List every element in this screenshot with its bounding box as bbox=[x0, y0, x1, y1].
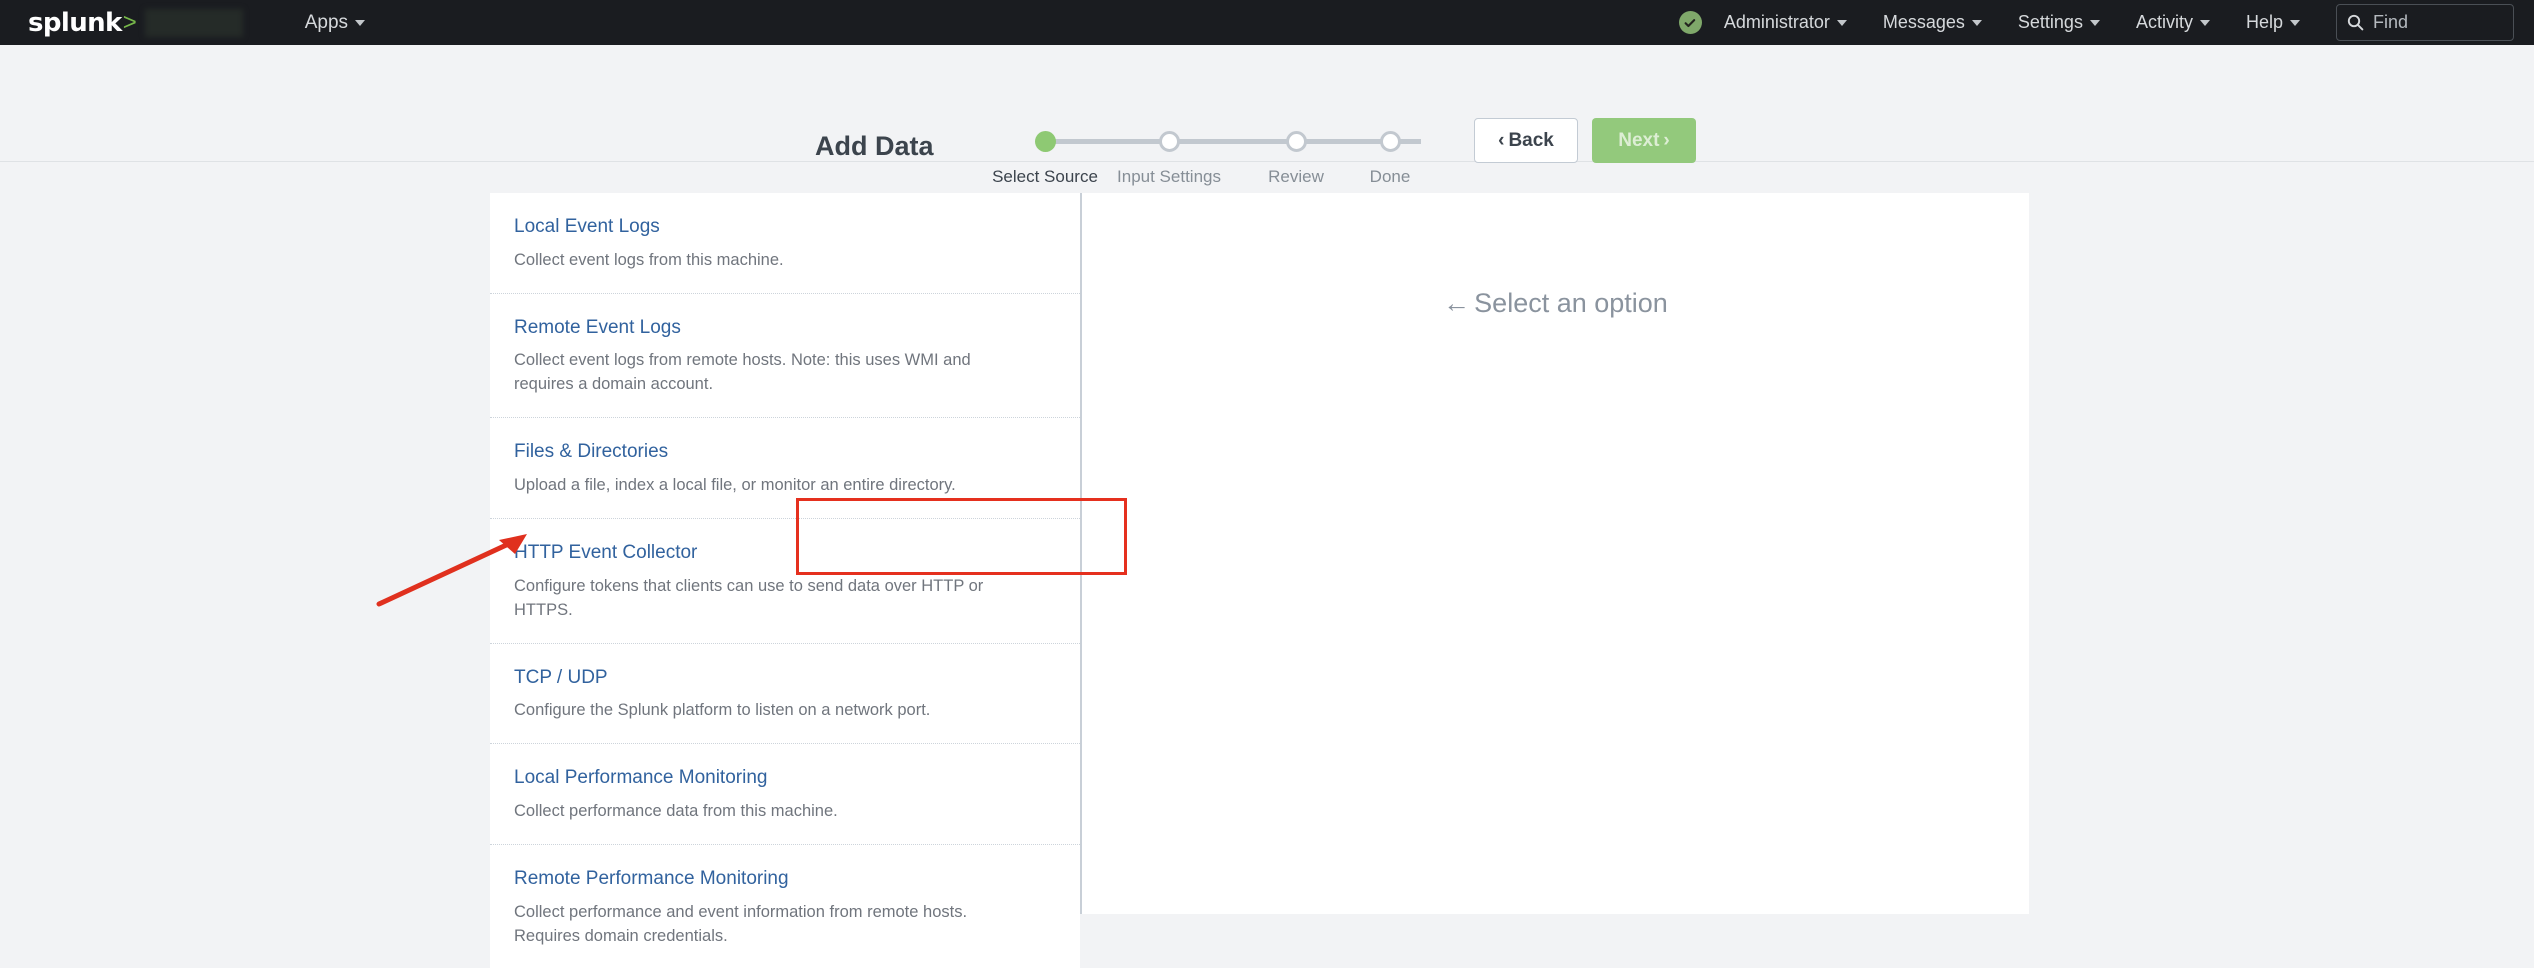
stepper-label-review: Review bbox=[1268, 167, 1324, 186]
top-navigation-right-group: Administrator Messages Settings Activity… bbox=[1678, 0, 2534, 45]
nav-menu-activity[interactable]: Activity bbox=[2136, 12, 2210, 33]
source-item-title: Local Performance Monitoring bbox=[514, 767, 768, 789]
source-item-http-event-collector[interactable]: HTTP Event Collector Configure tokens th… bbox=[490, 518, 1080, 644]
nav-menu-settings-label: Settings bbox=[2017, 12, 2083, 32]
source-item-description: Configure the Splunk platform to listen … bbox=[514, 701, 931, 720]
chevron-right-icon: › bbox=[1663, 129, 1670, 151]
source-item-title: TCP / UDP bbox=[514, 666, 608, 688]
source-item-local-performance-monitoring[interactable]: Local Performance Monitoring Collect per… bbox=[490, 744, 1080, 845]
select-an-option-message: ← Select an option bbox=[1082, 288, 2029, 319]
nav-menu-activity-label: Activity bbox=[2135, 12, 2193, 32]
stepper-node-review[interactable] bbox=[1286, 131, 1307, 152]
stepper-node-select-source[interactable] bbox=[1035, 131, 1056, 152]
source-item-remote-performance-monitoring[interactable]: Remote Performance Monitoring Collect pe… bbox=[490, 844, 1080, 968]
apps-menu[interactable]: Apps bbox=[304, 11, 366, 34]
wizard-stepper: Select Source Input Settings Review Done bbox=[992, 131, 1435, 186]
stepper-node-done[interactable] bbox=[1380, 131, 1401, 152]
stepper-label-input-settings: Input Settings bbox=[1117, 167, 1221, 186]
back-button[interactable]: ‹ Back bbox=[1474, 118, 1578, 163]
source-item-title: Local Event Logs bbox=[514, 216, 660, 237]
source-detail-panel: ← Select an option bbox=[1082, 193, 2029, 914]
chevron-left-icon: ‹ bbox=[1498, 129, 1505, 151]
stepper-track bbox=[1051, 139, 1421, 144]
back-button-label: Back bbox=[1508, 129, 1554, 151]
wizard-button-group: ‹ Back Next › bbox=[1474, 118, 1696, 163]
source-item-title: HTTP Event Collector bbox=[514, 541, 698, 563]
stepper-label-done: Done bbox=[1369, 167, 1411, 186]
splunk-logo[interactable]: splunk > bbox=[0, 0, 243, 45]
logo-wordmark: splunk bbox=[28, 7, 122, 38]
find-input-text: Find bbox=[2373, 12, 2409, 32]
source-item-title: Files & Directories bbox=[514, 441, 669, 463]
source-item-description: Collect performance and event informatio… bbox=[514, 902, 968, 945]
source-item-description: Upload a file, index a local file, or mo… bbox=[514, 476, 956, 495]
source-item-title: Remote Event Logs bbox=[514, 316, 681, 338]
chevron-down-icon bbox=[1836, 19, 1847, 26]
nav-menu-administrator[interactable]: Administrator bbox=[1724, 12, 1847, 33]
chevron-down-icon bbox=[355, 19, 366, 26]
source-item-description: Collect event logs from remote hosts. No… bbox=[514, 351, 971, 394]
source-item-tcp-udp[interactable]: TCP / UDP Configure the Splunk platform … bbox=[490, 643, 1080, 745]
chevron-down-icon bbox=[2089, 19, 2100, 26]
nav-menu-settings[interactable]: Settings bbox=[2018, 12, 2100, 33]
source-item-description: Configure tokens that clients can use to… bbox=[514, 576, 984, 619]
top-navigation-bar: splunk > Apps Administrator Messages Set… bbox=[0, 0, 2534, 45]
chevron-down-icon bbox=[2290, 19, 2300, 26]
source-item-description: Collect event logs from this machine. bbox=[514, 250, 784, 269]
add-data-content-panel: Local Event Logs Collect event logs from… bbox=[490, 193, 2029, 968]
nav-menu-help[interactable]: Help bbox=[2246, 12, 2300, 33]
arrow-left-icon: ← bbox=[1443, 288, 1471, 318]
source-item-remote-event-logs[interactable]: Remote Event Logs Collect event logs fro… bbox=[490, 293, 1080, 419]
select-an-option-text: Select an option bbox=[1474, 288, 1668, 318]
logo-chevron-icon: > bbox=[122, 8, 137, 36]
stepper-label-select-source: Select Source bbox=[992, 167, 1098, 186]
check-circle-icon[interactable] bbox=[1678, 11, 1702, 34]
nav-menu-messages-label: Messages bbox=[1882, 12, 1965, 32]
source-item-title: Remote Performance Monitoring bbox=[514, 867, 789, 889]
next-button-label: Next bbox=[1618, 129, 1660, 151]
nav-menu-messages[interactable]: Messages bbox=[1883, 12, 1982, 33]
source-item-files-and-directories[interactable]: Files & Directories Upload a file, index… bbox=[490, 418, 1080, 519]
find-search-input[interactable]: Find bbox=[2336, 4, 2514, 41]
source-item-local-event-logs[interactable]: Local Event Logs Collect event logs from… bbox=[490, 193, 1080, 294]
search-icon bbox=[2347, 14, 2364, 31]
redacted-app-name-block bbox=[144, 8, 243, 37]
page-title: Add Data bbox=[815, 131, 934, 161]
nav-menu-administrator-label: Administrator bbox=[1723, 12, 1830, 32]
chevron-down-icon bbox=[1971, 19, 1982, 26]
chevron-down-icon bbox=[2199, 19, 2210, 26]
nav-menu-help-label: Help bbox=[2245, 12, 2283, 32]
wizard-header: Add Data Select Source Input Settings Re… bbox=[0, 45, 2534, 186]
apps-menu-label: Apps bbox=[304, 11, 349, 33]
next-button[interactable]: Next › bbox=[1592, 118, 1696, 163]
source-item-description: Collect performance data from this machi… bbox=[514, 801, 838, 820]
source-type-list: Local Event Logs Collect event logs from… bbox=[490, 193, 1082, 968]
stepper-node-input-settings[interactable] bbox=[1159, 131, 1180, 152]
